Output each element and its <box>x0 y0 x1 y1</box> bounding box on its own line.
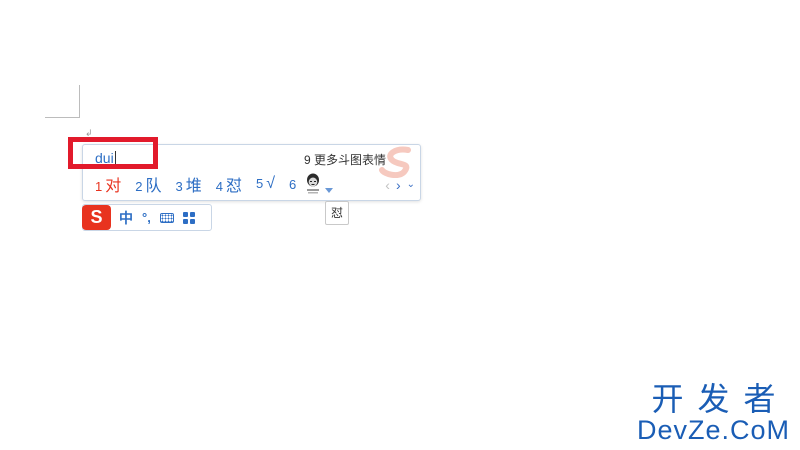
expand-candidates-icon[interactable]: ⌄ <box>407 180 415 190</box>
paragraph-mark-icon: ↲ <box>85 128 93 138</box>
toolbox-grid-icon[interactable] <box>182 211 195 224</box>
candidate-number: 6 <box>289 176 297 192</box>
candidate-char: 对 <box>105 178 122 195</box>
text-cursor <box>114 151 116 165</box>
candidate-number: 5 <box>256 176 264 191</box>
candidate-number: 1 <box>95 179 103 194</box>
sticker-dropdown-icon[interactable] <box>325 187 334 193</box>
ime-status-toolbar: S 中 °, <box>82 204 212 231</box>
candidate-nav: ‹ › ⌄ <box>379 178 415 192</box>
more-emoji-link[interactable]: 9 更多斗图表情 <box>304 151 386 168</box>
candidate-4[interactable]: 4 怼 <box>216 172 242 196</box>
candidate-3[interactable]: 3 堆 <box>176 172 202 196</box>
candidate-char: 堆 <box>185 178 202 195</box>
brand-chinese-text: 开发者 <box>651 380 790 418</box>
candidate-1[interactable]: 1 对 <box>95 172 121 196</box>
sticker-tooltip: 怼 <box>325 201 349 225</box>
page-corner-horizontal <box>45 117 80 118</box>
devze-watermark: 开发者 DevZe.CoM <box>637 383 790 444</box>
chinese-mode-toggle[interactable]: 中 <box>119 211 133 225</box>
sticker-face-icon <box>307 173 320 194</box>
candidate-6-sticker[interactable]: 6 <box>289 173 334 195</box>
candidate-list: 1 对 2 队 3 堆 4 怼 5 √ 6 <box>95 172 334 196</box>
candidate-5[interactable]: 5 √ <box>256 175 275 193</box>
candidate-char: 怼 <box>225 178 242 195</box>
keyboard-icon[interactable] <box>159 212 174 223</box>
next-page-icon[interactable]: › <box>396 178 401 192</box>
composition-value: dui <box>95 150 114 166</box>
candidate-2[interactable]: 2 队 <box>135 172 161 196</box>
candidate-char: √ <box>266 175 276 192</box>
sogou-logo-icon[interactable]: S <box>82 205 111 230</box>
candidate-char: 队 <box>145 178 162 195</box>
punctuation-toggle[interactable]: °, <box>142 211 151 224</box>
ime-candidate-window: dui 9 更多斗图表情 1 对 2 队 3 堆 4 怼 5 √ 6 ‹ › ⌄ <box>82 144 421 201</box>
composition-text[interactable]: dui <box>95 150 116 166</box>
brand-english-text: DevZe.CoM <box>636 415 790 445</box>
candidate-number: 2 <box>135 179 143 194</box>
candidate-number: 4 <box>215 179 223 194</box>
candidate-number: 3 <box>175 179 183 194</box>
prev-page-icon[interactable]: ‹ <box>385 178 390 192</box>
page-corner-vertical <box>79 85 80 118</box>
